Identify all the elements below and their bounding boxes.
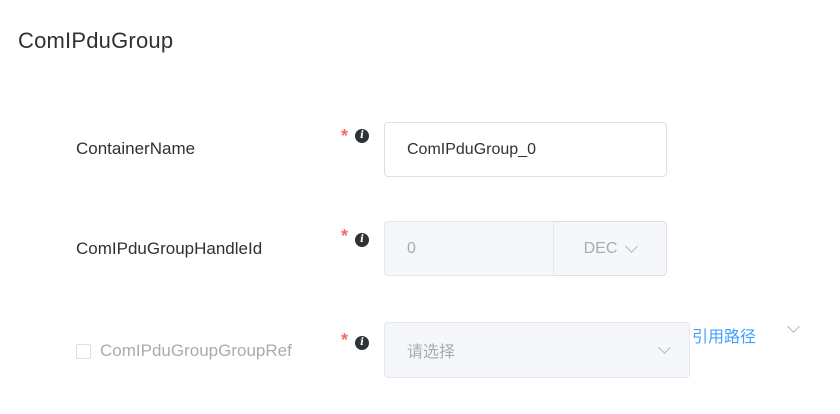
ref-path-link[interactable]: 引用路径 [692, 323, 756, 347]
chevron-down-icon[interactable] [787, 320, 800, 333]
container-name-input[interactable]: ComIPduGroup_0 [384, 122, 667, 177]
container-name-label: ContainerName [76, 139, 196, 158]
radix-value: DEC [583, 239, 618, 257]
required-asterisk: * [341, 126, 349, 146]
radix-select[interactable]: DEC [553, 221, 667, 276]
info-icon[interactable]: i [355, 336, 369, 350]
chevron-down-icon [625, 239, 639, 253]
required-asterisk: * [341, 226, 349, 246]
info-icon[interactable]: i [355, 129, 369, 143]
container-name-value: ComIPduGroup_0 [407, 140, 536, 158]
group-ref-placeholder: 请选择 [407, 344, 456, 361]
handle-id-label: ComIPduGroupHandleId [76, 239, 263, 258]
info-icon[interactable]: i [355, 233, 369, 247]
required-asterisk: * [341, 330, 349, 350]
chevron-down-icon [658, 341, 671, 354]
handle-id-input: 0 [384, 221, 554, 276]
group-ref-checkbox[interactable] [76, 344, 91, 359]
group-ref-label: ComIPduGroupGroupRef [100, 341, 292, 360]
group-ref-select: 请选择 [384, 322, 690, 378]
page-title: ComIPduGroup [18, 28, 174, 53]
handle-id-value: 0 [407, 239, 416, 257]
